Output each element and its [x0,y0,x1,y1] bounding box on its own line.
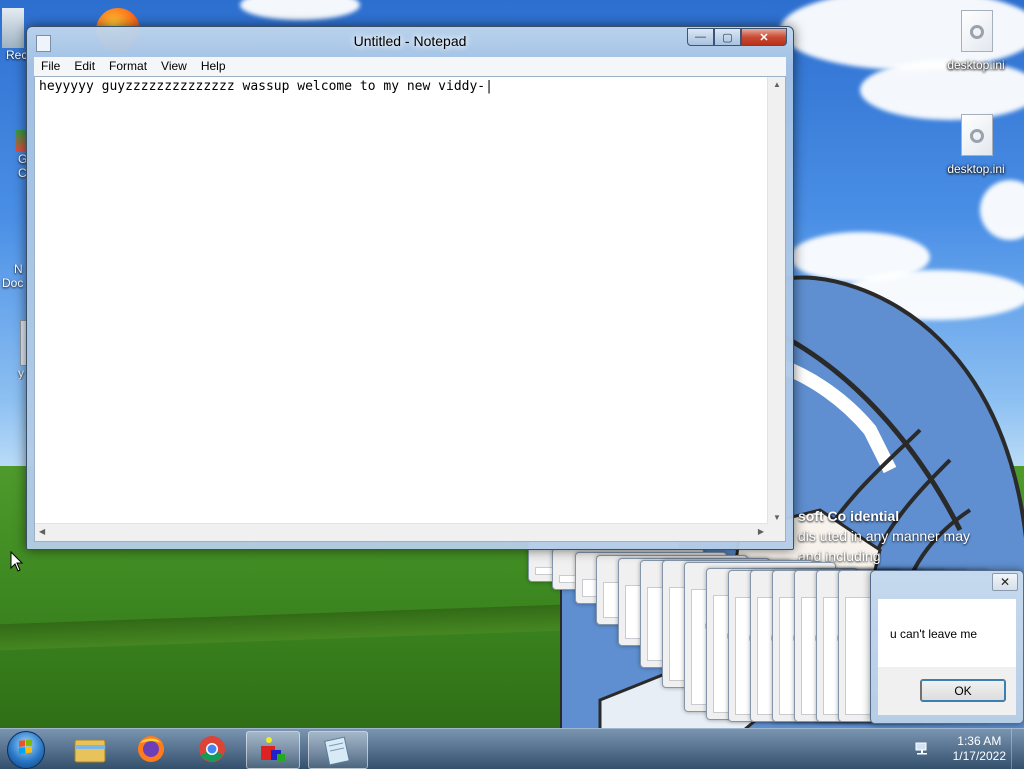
menu-bar: File Edit Format View Help [34,57,786,77]
message-body: u can't leave me [878,599,1016,667]
settings-file-icon [957,114,995,158]
start-button[interactable] [7,731,45,769]
eula-line: soft Co idential [798,508,900,524]
vertical-scrollbar[interactable]: ▲ ▼ [767,77,785,525]
windows-logo-icon [19,739,32,754]
desktop-icon-desktop-ini[interactable]: desktop.ini [938,10,1014,72]
notepad-icon [324,736,350,766]
desktop-icon-file[interactable]: y [0,320,28,380]
taskbar-notepad[interactable] [308,731,368,769]
message-text: u can't leave me [890,627,978,641]
close-button[interactable]: ✕ [741,28,787,46]
minimize-icon: — [695,31,706,43]
desktop-icon-desktop-ini[interactable]: desktop.ini [938,114,1014,176]
message-footer: OK [878,667,1016,715]
clock-time: 1:36 AM [957,734,1002,748]
cube-app-icon [261,737,285,762]
taskbar: 1:36 AM 1/17/2022 [0,728,1024,769]
settings-file-icon [957,10,995,54]
desktop-icon-label: Rec [6,48,28,62]
taskbar-chrome[interactable] [186,731,238,767]
minimize-button[interactable]: — [687,28,714,46]
mouse-cursor-icon [10,551,24,572]
close-icon: ✕ [999,575,1011,589]
network-icon[interactable] [915,741,931,755]
text-editor[interactable]: heyyyyy guyzzzzzzzzzzzzzz wassup welcome… [39,79,769,519]
menu-file[interactable]: File [34,57,67,76]
menu-edit[interactable]: Edit [67,57,102,76]
desktop-icon-label: desktop.ini [947,58,1005,72]
eula-line: dis uted in any manner may [798,528,970,544]
chrome-icon [16,130,26,152]
scroll-left-icon[interactable]: ◀ [39,527,45,536]
cloud [240,0,360,20]
clock-date: 1/17/2022 [952,749,1006,763]
taskbar-cube-app[interactable] [246,731,300,769]
scroll-down-icon[interactable]: ▼ [773,513,781,522]
windows-explorer-icon [74,739,106,763]
recycle-bin-icon [2,8,24,48]
firefox-icon [138,736,164,762]
taskbar-explorer[interactable] [64,731,116,767]
desktop-icon-new-document[interactable]: N Doc [0,262,28,290]
desktop-icon-chrome-shortcut[interactable]: G C [0,130,28,180]
show-desktop-button[interactable] [1011,729,1024,769]
desktop-icon-label: desktop.ini [947,162,1005,176]
size-grip[interactable] [768,524,785,541]
window-title: Untitled - Notepad [353,33,467,49]
chrome-icon [199,736,225,762]
message-box-front[interactable]: ✕ u can't leave me OK [870,570,1024,724]
scroll-up-icon[interactable]: ▲ [773,80,781,89]
notepad-window[interactable]: Untitled - Notepad — ▢ ✕ File Edit Forma… [26,26,794,550]
menu-format[interactable]: Format [102,57,154,76]
eula-overlay-text: soft Co idential dis uted in any manner … [798,506,970,566]
menu-view[interactable]: View [154,57,194,76]
horizontal-scrollbar[interactable]: ◀ ▶ [35,523,768,541]
maximize-button[interactable]: ▢ [714,28,741,46]
maximize-icon: ▢ [722,31,733,44]
close-icon: ✕ [759,31,769,44]
scroll-right-icon[interactable]: ▶ [758,527,764,536]
menu-help[interactable]: Help [194,57,233,76]
desktop-icon-label: Doc [2,276,24,290]
text-area-container: heyyyyy guyzzzzzzzzzzzzzz wassup welcome… [34,76,786,542]
system-clock[interactable]: 1:36 AM 1/17/2022 [953,734,1006,764]
ok-button[interactable]: OK [920,679,1006,702]
close-button[interactable]: ✕ [992,573,1018,591]
taskbar-firefox[interactable] [125,731,177,767]
desktop-icon-recycle-bin[interactable]: Rec [0,8,28,62]
caption-buttons: — ▢ ✕ [687,28,787,46]
